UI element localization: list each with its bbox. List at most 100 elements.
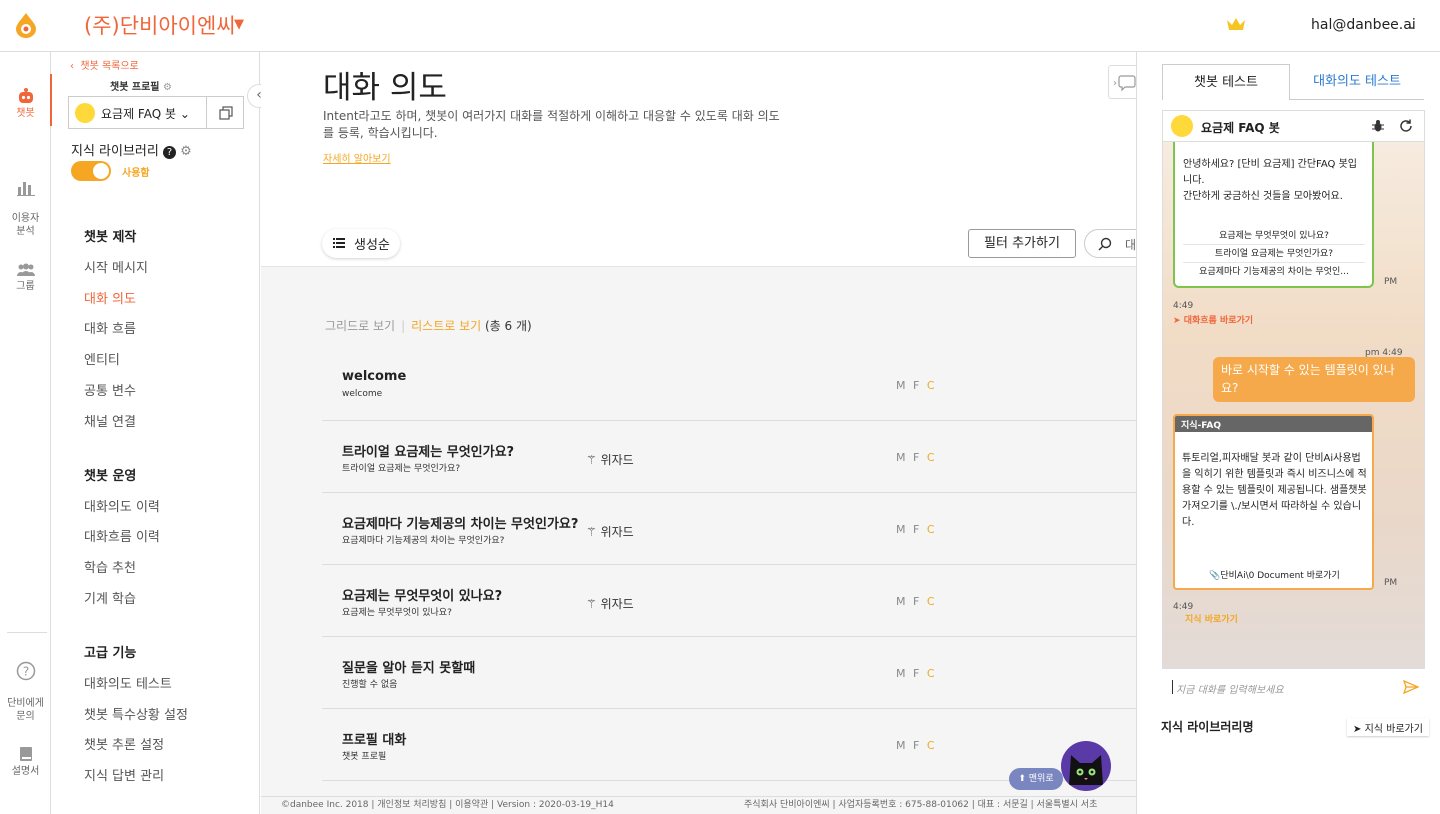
nav-item-channel[interactable]: 채널 연결 [84, 411, 136, 430]
bot-avatar [75, 103, 95, 123]
quick-reply-button[interactable]: 요금제마다 기능제공의 차이는 무엇인... [1183, 263, 1365, 281]
flag-m: M [896, 667, 908, 680]
wizard-label: 위자드 [600, 453, 634, 467]
chat-window: 안녕하세요? [단비 요금제] 간단FAQ 봇입니다. 간단하게 궁금하신 것들… [1162, 110, 1425, 669]
page-header: 대화 의도 Intent라고도 하며, 챗봇이 여러가지 대화를 적절하게 이해… [261, 52, 1136, 267]
tab-intent-test[interactable]: 대화의도 테스트 [1290, 64, 1424, 100]
knowledge-library-title: 지식 라이브러리 ? ⚙ [71, 140, 192, 159]
danbee-logo-icon[interactable] [14, 12, 38, 38]
refresh-icon[interactable] [1399, 119, 1413, 133]
magic-wand-icon: ⚚ [586, 453, 597, 467]
message-ampm: PM [1384, 277, 1398, 287]
wizard-badge: ⚚ 위자드 [586, 523, 634, 540]
footer: ©danbee Inc. 2018 | 개인정보 처리방침 | 이용약관 | V… [261, 796, 1136, 814]
flag-c: C [926, 667, 937, 680]
rail-item-analytics[interactable]: 이용자 분석 [0, 167, 51, 238]
rail-label: 이용자 분석 [11, 213, 40, 237]
sort-button[interactable]: 생성순 [322, 229, 400, 258]
send-arrow-icon: ➤ [1353, 724, 1362, 735]
tab-chatbot-test[interactable]: 챗봇 테스트 [1162, 64, 1290, 100]
rail-item-chatbot[interactable]: 챗봇 [0, 74, 52, 126]
flag-f: F [913, 667, 922, 680]
intent-row[interactable]: 질문을 알아 듣지 못할때 진행할 수 없음 M F C [322, 637, 1136, 709]
copy-icon[interactable] [219, 106, 233, 120]
quick-reply-button[interactable]: 트라이얼 요금제는 무엇인가요? [1183, 245, 1365, 263]
chatbot-profile-label[interactable]: 챗봇 프로필 ⚙ [110, 78, 172, 93]
intent-row[interactable]: welcome welcome M F C [322, 349, 1136, 421]
intent-mfc-flags: M F C [896, 451, 937, 464]
document-shortcut-button[interactable]: 📎단비Ai\0 Document 바로가기 [1182, 568, 1367, 581]
gear-icon[interactable]: ⚙ [163, 82, 172, 93]
intent-mfc-flags: M F C [896, 379, 937, 392]
learn-more-link[interactable]: 자세히 알아보기 [323, 150, 391, 165]
toggle-label: 사용함 [122, 168, 150, 179]
bot-selector[interactable]: 요금제 FAQ 봇 ⌄ [68, 96, 244, 129]
chat-panel-toggle[interactable]: › [1108, 65, 1136, 99]
rail-item-group[interactable]: 그룹 [0, 263, 51, 293]
nav-item-common-variable[interactable]: 공통 변수 [84, 380, 136, 399]
user-email[interactable]: hal@danbee.ai [1311, 17, 1416, 33]
back-to-chatbot-list-link[interactable]: ‹ 챗봇 목록으로 [70, 57, 139, 72]
cat-mascot-chat-button[interactable] [1061, 741, 1111, 791]
chevron-down-icon[interactable]: ▼ [234, 17, 244, 32]
nav-item-intent-history[interactable]: 대화의도 이력 [84, 496, 160, 515]
list-view-toggle[interactable]: 리스트로 보기 [411, 319, 481, 333]
rail-item-help[interactable]: ? 단비에게 문의 [0, 648, 51, 723]
nav-item-flow[interactable]: 대화 흐름 [84, 318, 136, 337]
intent-subtitle: 요금제마다 기능제공의 차이는 무엇인가요? [342, 536, 505, 546]
message-ampm: PM [1384, 578, 1398, 588]
nav-item-entity[interactable]: 엔티티 [84, 349, 120, 368]
footer-right: 주식회사 단비아이엔씨 | 사업자등록번호 : 675-88-01062 | 대… [744, 800, 1098, 810]
view-switch: 그리드로 보기 | 리스트로 보기 (총 6 개) [325, 317, 532, 334]
flow-shortcut-link[interactable]: ➤ 대화흐름 바로가기 [1173, 313, 1253, 326]
add-filter-button[interactable]: 필터 추가하기 [968, 229, 1076, 258]
knowledge-library-label: 지식 라이브러리 [71, 144, 159, 159]
chevron-down-icon[interactable]: ⌄ [1407, 18, 1417, 32]
knowledge-library-toggle[interactable] [71, 161, 111, 181]
nav-section-operate: 챗봇 운영 [84, 469, 137, 484]
flag-c: C [926, 379, 937, 392]
intent-row[interactable]: 요금제는 무엇무엇이 있나요? 요금제는 무엇무엇이 있나요? ⚚ 위자드 M … [322, 565, 1136, 637]
crown-icon[interactable] [1226, 16, 1246, 32]
robot-icon [18, 88, 33, 103]
intent-row[interactable]: 트라이얼 요금제는 무엇인가요? 트라이얼 요금제는 무엇인가요? ⚚ 위자드 … [322, 421, 1136, 493]
flag-c: C [926, 739, 937, 752]
flow-link-label: 대화흐름 바로가기 [1183, 316, 1254, 326]
nav-item-intent[interactable]: 대화 의도 [84, 288, 136, 307]
intent-title: 요금제는 무엇무엇이 있나요? [342, 589, 503, 604]
search-input[interactable]: 대 [1084, 229, 1136, 258]
wizard-label: 위자드 [600, 525, 634, 539]
page-title: 대화 의도 [323, 70, 447, 106]
nav-item-start-message[interactable]: 시작 메시지 [84, 257, 148, 276]
nav-item-flow-history[interactable]: 대화흐름 이력 [84, 526, 160, 545]
chat-message-input[interactable]: 지금 대화를 입력해보세요 [1172, 678, 1422, 698]
company-name[interactable]: (주)단비아이엔씨 [84, 10, 236, 40]
quick-reply-button[interactable]: 요금제는 무엇무엇이 있나요? [1183, 227, 1365, 245]
send-icon[interactable] [1403, 680, 1419, 694]
nav-item-intent-test[interactable]: 대화의도 테스트 [84, 673, 172, 692]
grid-view-toggle[interactable]: 그리드로 보기 [325, 319, 395, 333]
nav-item-machine-learning[interactable]: 기계 학습 [84, 588, 136, 607]
help-circle-icon[interactable]: ? [163, 146, 176, 159]
nav-item-inference-settings[interactable]: 챗봇 추론 설정 [84, 734, 164, 753]
group-icon [16, 263, 35, 276]
nav-item-learning-recommend[interactable]: 학습 추천 [84, 557, 136, 576]
rail-item-manual[interactable]: 설명서 [0, 746, 51, 778]
gear-icon[interactable]: ⚙ [180, 144, 192, 159]
profile-label-text: 챗봇 프로필 [110, 82, 160, 93]
knowledge-shortcut-button[interactable]: ➤ 지식 바로가기 [1347, 718, 1429, 736]
intent-row[interactable]: 요금제마다 기능제공의 차이는 무엇인가요? 요금제마다 기능제공의 차이는 무… [322, 493, 1136, 565]
intent-list: welcome welcome M F C 트라이얼 요금제는 무엇인가요? 트… [322, 349, 1136, 781]
nav-item-special-settings[interactable]: 챗봇 특수상황 설정 [84, 704, 188, 723]
chevron-left-icon: ‹ [70, 61, 81, 72]
knowledge-shortcut-link[interactable]: 지식 바로가기 [1185, 612, 1238, 625]
chevron-down-icon: ⌄ [179, 107, 190, 121]
main-content: 대화 의도 Intent라고도 하며, 챗봇이 여러가지 대화를 적절하게 이해… [261, 52, 1136, 814]
scroll-to-top-button[interactable]: ⬆ 맨위로 [1009, 768, 1063, 790]
flag-m: M [896, 739, 908, 752]
bug-icon[interactable] [1371, 119, 1385, 133]
svg-text:?: ? [22, 665, 28, 679]
flag-f: F [913, 739, 922, 752]
nav-item-knowledge-answers[interactable]: 지식 답변 관리 [84, 765, 164, 784]
book-icon [19, 747, 32, 761]
